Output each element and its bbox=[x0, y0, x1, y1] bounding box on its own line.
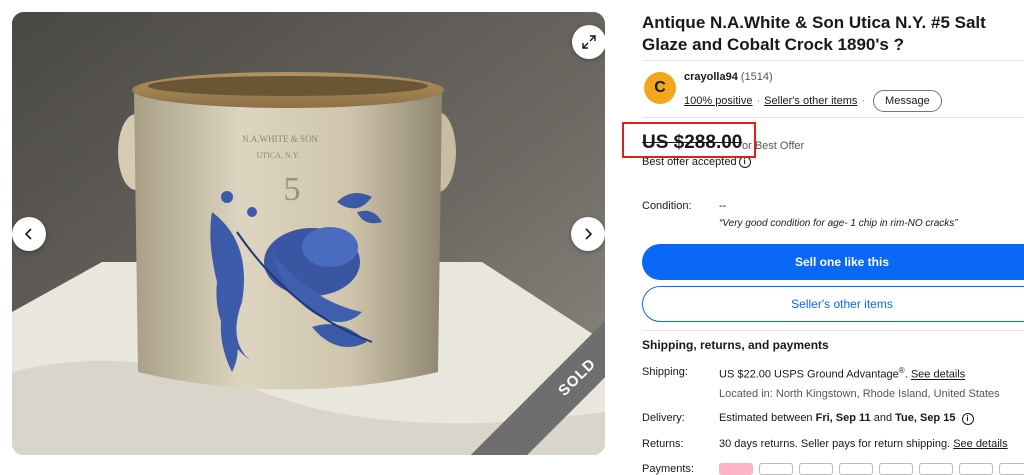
payment-chip-icon bbox=[999, 463, 1024, 475]
delivery-label: Delivery: bbox=[642, 412, 685, 424]
payment-chip-icon bbox=[879, 463, 913, 475]
seller-links: 100% positive · Seller's other items · M… bbox=[684, 90, 942, 112]
seller-name-row: crayolla94 (1514) bbox=[684, 71, 773, 83]
shipping-value-row: US $22.00 USPS Ground Advantage®. See de… bbox=[719, 366, 965, 381]
positive-feedback-link[interactable]: 100% positive bbox=[684, 95, 753, 107]
returns-see-details-link[interactable]: See details bbox=[953, 438, 1007, 450]
payment-methods bbox=[719, 463, 1024, 475]
shipping-section-title: Shipping, returns, and payments bbox=[642, 338, 829, 352]
image-gallery[interactable]: N.A.WHITE & SON UTICA, N.Y. 5 SOLD bbox=[12, 12, 605, 455]
delivery-value-row: Estimated between Fri, Sep 11 and Tue, S… bbox=[719, 412, 974, 425]
info-icon[interactable]: i bbox=[961, 413, 974, 425]
seller-card: C crayolla94 (1514) 100% positive · Sell… bbox=[642, 60, 1024, 118]
message-button[interactable]: Message bbox=[873, 90, 942, 112]
prev-image-button[interactable] bbox=[12, 217, 46, 251]
delivery-prefix: Estimated between bbox=[719, 412, 816, 424]
chevron-left-icon bbox=[24, 228, 32, 240]
delivery-start: Fri, Sep 11 bbox=[815, 412, 871, 424]
seller-feedback-count[interactable]: (1514) bbox=[741, 71, 773, 83]
separator: · bbox=[861, 95, 866, 107]
avatar[interactable]: C bbox=[644, 72, 676, 104]
crock-stamp-2: UTICA, N.Y. bbox=[257, 151, 300, 160]
separator: · bbox=[756, 95, 761, 107]
crock-stamp-1: N.A.WHITE & SON bbox=[242, 134, 318, 144]
crock-number: 5 bbox=[284, 171, 301, 208]
seller-other-items-link[interactable]: Seller's other items bbox=[764, 95, 857, 107]
delivery-end: Tue, Sep 15 bbox=[895, 412, 956, 424]
shipping-see-details-link[interactable]: See details bbox=[911, 369, 965, 381]
payment-chip-icon bbox=[959, 463, 993, 475]
divider bbox=[642, 330, 1024, 331]
delivery-and: and bbox=[870, 412, 896, 424]
condition-label: Condition: bbox=[642, 200, 692, 212]
item-location: Located in: North Kingstown, Rhode Islan… bbox=[719, 388, 1000, 400]
expand-icon bbox=[582, 35, 596, 49]
returns-value-row: 30 days returns. Seller pays for return … bbox=[719, 438, 1008, 450]
next-image-button[interactable] bbox=[571, 217, 605, 251]
expand-button[interactable] bbox=[572, 25, 605, 59]
chevron-right-icon bbox=[585, 228, 593, 240]
returns-value: 30 days returns. Seller pays for return … bbox=[719, 438, 954, 450]
payment-chip-icon bbox=[799, 463, 833, 475]
sell-one-like-this-button[interactable]: Sell one like this bbox=[642, 244, 1024, 280]
condition-value: -- bbox=[719, 200, 727, 212]
payments-label: Payments: bbox=[642, 463, 694, 475]
payment-chip-icon bbox=[719, 463, 753, 475]
payment-chip-icon bbox=[759, 463, 793, 475]
listing-title: Antique N.A.White & Son Utica N.Y. #5 Sa… bbox=[642, 13, 986, 54]
shipping-label: Shipping: bbox=[642, 366, 688, 378]
condition-note: “Very good condition for age- 1 chip in … bbox=[719, 218, 958, 229]
item-photo: N.A.WHITE & SON UTICA, N.Y. 5 bbox=[12, 12, 605, 455]
payment-chip-icon bbox=[919, 463, 953, 475]
seller-other-items-button[interactable]: Seller's other items bbox=[642, 286, 1024, 322]
payment-chip-icon bbox=[839, 463, 873, 475]
seller-name[interactable]: crayolla94 bbox=[684, 71, 738, 83]
price-highlight-box bbox=[622, 122, 756, 158]
returns-label: Returns: bbox=[642, 438, 684, 450]
shipping-value: US $22.00 USPS Ground Advantage bbox=[719, 368, 899, 381]
